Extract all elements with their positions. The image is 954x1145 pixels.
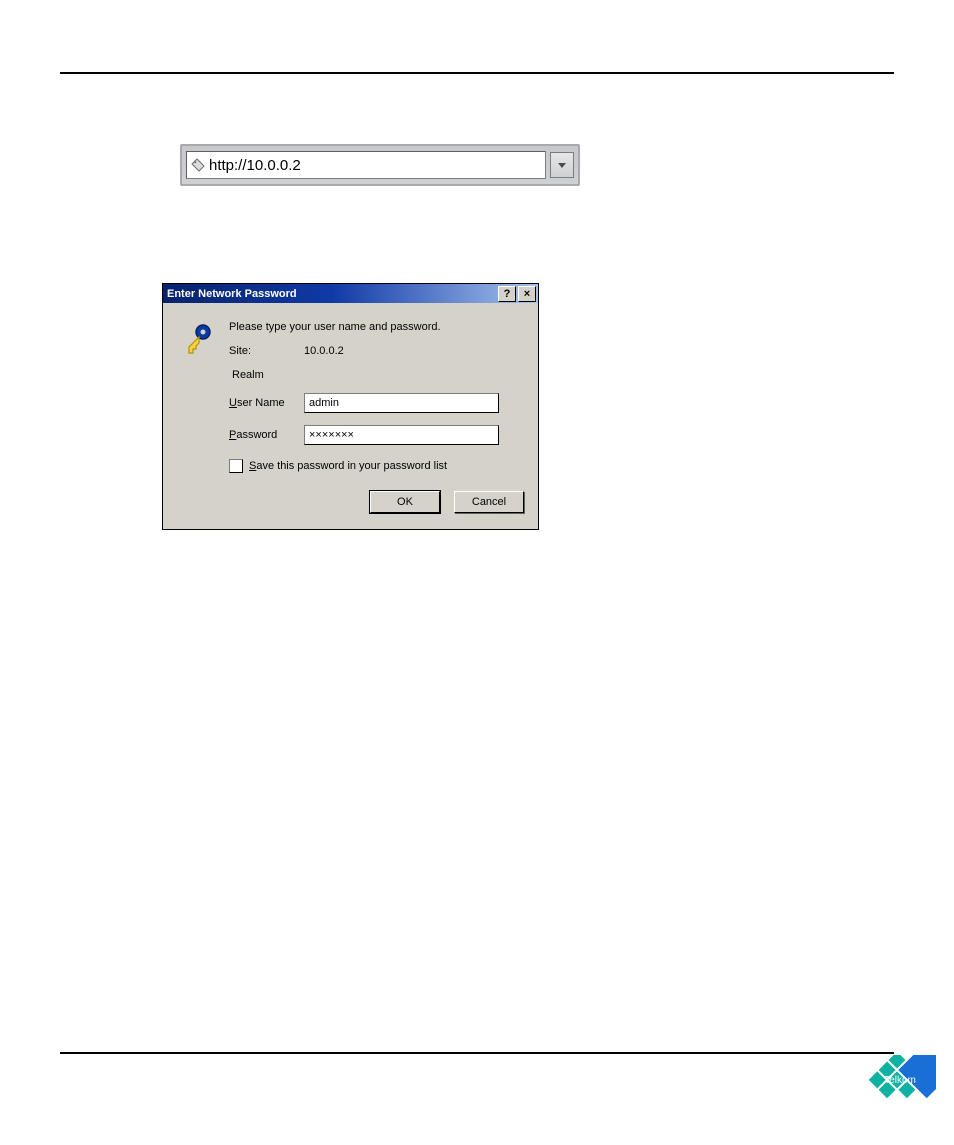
- tag-icon: [191, 158, 205, 172]
- password-field[interactable]: [304, 425, 499, 445]
- address-input[interactable]: http://10.0.0.2: [186, 151, 546, 179]
- titlebar-close-button[interactable]: ×: [518, 286, 536, 302]
- ok-button[interactable]: OK: [370, 491, 440, 513]
- key-icon: [183, 323, 213, 355]
- address-dropdown-button[interactable]: [550, 152, 574, 178]
- page-top-rule: [60, 72, 894, 74]
- dialog-instruction: Please type your user name and password.: [229, 321, 441, 333]
- realm-label: Realm: [232, 369, 307, 381]
- password-label: Password: [229, 429, 304, 441]
- username-label: User Name: [229, 397, 304, 409]
- titlebar-help-button[interactable]: ?: [498, 286, 516, 302]
- site-value: 10.0.0.2: [304, 345, 344, 357]
- page-bottom-rule: [60, 1052, 894, 1054]
- dialog-titlebar: Enter Network Password ? ×: [163, 284, 538, 303]
- address-url-text: http://10.0.0.2: [209, 157, 301, 174]
- site-label: Site:: [229, 345, 304, 357]
- cancel-button[interactable]: Cancel: [454, 491, 524, 513]
- telkom-logo-text: Telkom: [884, 1075, 916, 1086]
- browser-address-bar: http://10.0.0.2: [180, 144, 580, 186]
- telkom-logo: Telkom: [858, 1055, 936, 1133]
- chevron-down-icon: [557, 160, 567, 170]
- dialog-body: Please type your user name and password.…: [163, 303, 538, 529]
- dialog-title: Enter Network Password: [167, 288, 496, 300]
- save-password-label: Save this password in your password list: [249, 460, 447, 472]
- network-password-dialog: Enter Network Password ? × Please type y…: [162, 283, 539, 530]
- username-field[interactable]: [304, 393, 499, 413]
- save-password-checkbox[interactable]: [229, 459, 243, 473]
